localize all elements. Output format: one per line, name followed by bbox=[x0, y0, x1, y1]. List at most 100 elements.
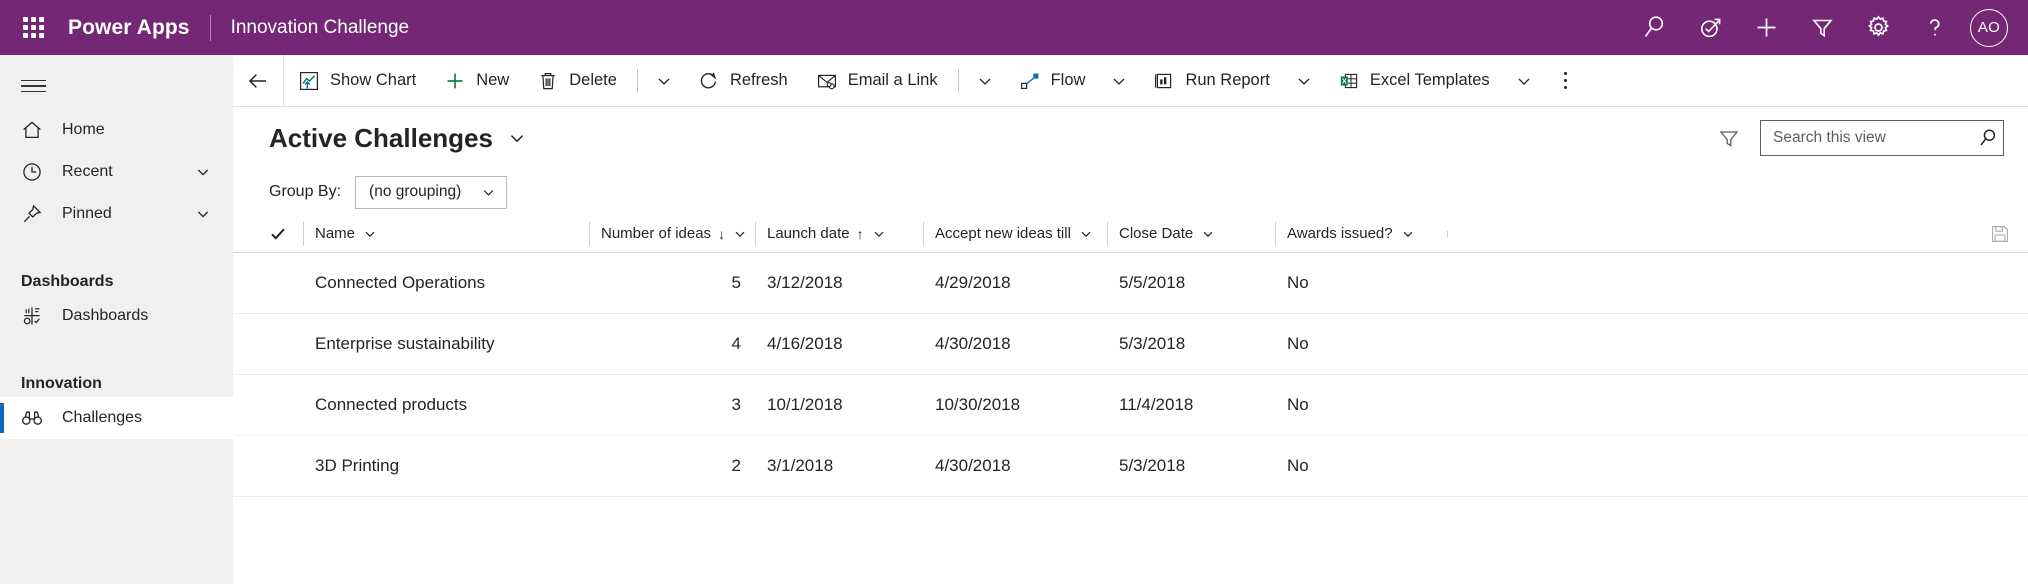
row-checkbox[interactable] bbox=[269, 375, 303, 436]
search-icon[interactable] bbox=[1973, 127, 1999, 149]
app-root: Power Apps Innovation Challenge bbox=[0, 0, 2028, 584]
delete-button[interactable]: Delete bbox=[523, 55, 631, 107]
overflow-dots-icon bbox=[1564, 72, 1568, 90]
hamburger-icon[interactable] bbox=[0, 63, 233, 109]
chevron-down-icon[interactable] bbox=[872, 227, 886, 241]
chevron-down-icon[interactable] bbox=[195, 164, 211, 180]
grid-header-end bbox=[1447, 224, 2020, 244]
refresh-icon bbox=[698, 70, 720, 92]
app-name-label[interactable]: Innovation Challenge bbox=[231, 17, 410, 39]
chevron-down-icon[interactable] bbox=[733, 227, 747, 241]
command-label: Excel Templates bbox=[1370, 71, 1490, 90]
gear-icon[interactable] bbox=[1850, 0, 1906, 55]
sidebar-item-challenges[interactable]: Challenges bbox=[0, 397, 233, 439]
table-row[interactable]: Enterprise sustainability 4 4/16/2018 4/… bbox=[233, 314, 2028, 375]
sidebar-item-pinned[interactable]: Pinned bbox=[0, 193, 233, 235]
email-link-icon bbox=[816, 70, 838, 92]
sidebar-item-label: Recent bbox=[62, 163, 195, 181]
table-row[interactable]: Connected products 3 10/1/2018 10/30/201… bbox=[233, 375, 2028, 436]
row-checkbox[interactable] bbox=[269, 436, 303, 497]
email-overflow-chevron-down-icon[interactable] bbox=[965, 55, 1005, 107]
sidebar: Home Recent bbox=[0, 55, 233, 584]
table-row[interactable]: Connected Operations 5 3/12/2018 4/29/20… bbox=[233, 253, 2028, 314]
sidebar-group-title-innovation: Innovation bbox=[0, 353, 233, 393]
edit-filters-icon[interactable] bbox=[1708, 117, 1750, 159]
column-header-accept-new-ideas-till[interactable]: Accept new ideas till bbox=[923, 215, 1107, 253]
column-header-awards-issued[interactable]: Awards issued? bbox=[1275, 215, 1447, 253]
cell-awards-issued: No bbox=[1275, 314, 1447, 375]
grid-rows: Connected Operations 5 3/12/2018 4/29/20… bbox=[233, 253, 2028, 584]
delete-overflow-chevron-down-icon[interactable] bbox=[644, 55, 684, 107]
search-input[interactable] bbox=[1773, 129, 1973, 147]
cell-launch-date: 3/12/2018 bbox=[755, 253, 923, 314]
row-checkbox[interactable] bbox=[269, 314, 303, 375]
header-icon-group: AO bbox=[1626, 0, 2028, 55]
search-view-box[interactable] bbox=[1760, 120, 2004, 156]
sidebar-item-label: Home bbox=[62, 121, 233, 139]
table-row[interactable]: 3D Printing 2 3/1/2018 4/30/2018 5/3/201… bbox=[233, 436, 2028, 497]
show-chart-button[interactable]: Show Chart bbox=[284, 55, 430, 107]
svg-text:X: X bbox=[1342, 76, 1347, 85]
assistant-icon[interactable] bbox=[1682, 0, 1738, 55]
cell-accept-new-ideas-till: 10/30/2018 bbox=[923, 375, 1107, 436]
plus-icon bbox=[444, 70, 466, 92]
column-header-launch-date[interactable]: Launch date ↑ bbox=[755, 215, 923, 253]
column-header-name[interactable]: Name bbox=[303, 215, 589, 253]
app-launcher-icon[interactable] bbox=[9, 0, 57, 55]
chevron-down-icon[interactable] bbox=[363, 227, 377, 241]
chevron-down-icon[interactable] bbox=[195, 206, 211, 222]
cell-spacer bbox=[1447, 436, 2020, 497]
command-label: Delete bbox=[569, 71, 617, 90]
cell-name: Connected Operations bbox=[303, 253, 589, 314]
column-label: Awards issued? bbox=[1287, 225, 1393, 242]
sidebar-item-dashboards[interactable]: Dashboards bbox=[0, 295, 233, 337]
cell-launch-date: 3/1/2018 bbox=[755, 436, 923, 497]
column-label: Accept new ideas till bbox=[935, 225, 1071, 242]
sidebar-item-label: Pinned bbox=[62, 205, 195, 223]
command-label: Flow bbox=[1051, 71, 1086, 90]
new-button[interactable]: New bbox=[430, 55, 523, 107]
cell-close-date: 11/4/2018 bbox=[1107, 375, 1275, 436]
clock-icon bbox=[21, 161, 45, 183]
run-report-button[interactable]: Run Report bbox=[1139, 55, 1283, 107]
cell-accept-new-ideas-till: 4/30/2018 bbox=[923, 314, 1107, 375]
chevron-down-icon[interactable] bbox=[1079, 227, 1093, 241]
avatar[interactable]: AO bbox=[1970, 9, 2008, 47]
row-checkbox[interactable] bbox=[269, 253, 303, 314]
more-commands-button[interactable] bbox=[1544, 55, 1588, 107]
filter-icon[interactable] bbox=[1794, 0, 1850, 55]
dashboard-icon bbox=[21, 305, 45, 327]
plus-icon[interactable] bbox=[1738, 0, 1794, 55]
save-icon[interactable] bbox=[1990, 224, 2020, 244]
cell-spacer bbox=[1447, 253, 2020, 314]
column-header-number-of-ideas[interactable]: Number of ideas ↓ bbox=[589, 215, 755, 253]
help-icon[interactable] bbox=[1906, 0, 1962, 55]
refresh-button[interactable]: Refresh bbox=[684, 55, 802, 107]
flow-chevron-down-icon[interactable] bbox=[1099, 55, 1139, 107]
chevron-down-icon[interactable] bbox=[1201, 227, 1215, 241]
brand-title[interactable]: Power Apps bbox=[68, 16, 190, 40]
chevron-down-icon[interactable] bbox=[1401, 227, 1415, 241]
column-label: Name bbox=[315, 225, 355, 242]
cell-spacer bbox=[1447, 314, 2020, 375]
run-report-chevron-down-icon[interactable] bbox=[1284, 55, 1324, 107]
view-selector-chevron-down-icon[interactable] bbox=[507, 128, 527, 148]
flow-button[interactable]: Flow bbox=[1005, 55, 1100, 107]
cell-launch-date: 4/16/2018 bbox=[755, 314, 923, 375]
excel-templates-chevron-down-icon[interactable] bbox=[1504, 55, 1544, 107]
search-icon[interactable] bbox=[1626, 0, 1682, 55]
back-button[interactable] bbox=[233, 55, 283, 107]
select-all-checkbox[interactable] bbox=[269, 215, 303, 253]
cell-awards-issued: No bbox=[1275, 253, 1447, 314]
column-header-close-date[interactable]: Close Date bbox=[1107, 215, 1275, 253]
cell-name: Connected products bbox=[303, 375, 589, 436]
command-bar: Show Chart New bbox=[233, 55, 2028, 107]
cell-launch-date: 10/1/2018 bbox=[755, 375, 923, 436]
cell-close-date: 5/3/2018 bbox=[1107, 314, 1275, 375]
sidebar-item-recent[interactable]: Recent bbox=[0, 151, 233, 193]
email-a-link-button[interactable]: Email a Link bbox=[802, 55, 952, 107]
excel-templates-button[interactable]: X Excel Templates bbox=[1324, 55, 1504, 107]
command-label: New bbox=[476, 71, 509, 90]
group-by-select[interactable]: (no grouping) bbox=[355, 176, 507, 209]
sidebar-item-home[interactable]: Home bbox=[0, 109, 233, 151]
